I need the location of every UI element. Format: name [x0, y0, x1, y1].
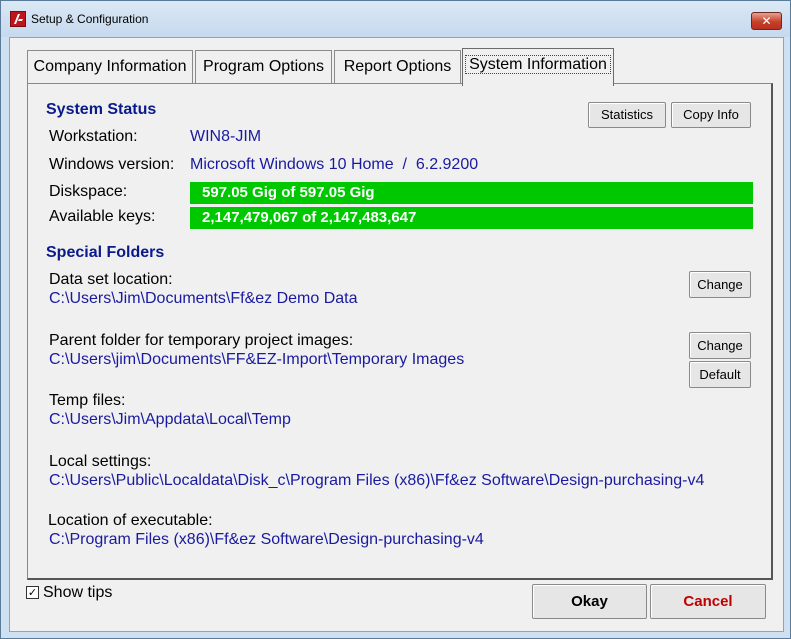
dialog-body: Company Information Program Options Repo…	[9, 37, 784, 632]
local-settings-label: Local settings:	[49, 453, 152, 470]
available-keys-label: Available keys:	[49, 208, 156, 225]
tab-label: System Information	[465, 55, 611, 74]
parent-folder-change-button[interactable]: Change	[689, 332, 751, 359]
data-set-change-button[interactable]: Change	[689, 271, 751, 298]
available-keys-bar: 2,147,479,067 of 2,147,483,647	[190, 207, 753, 229]
workstation-value: WIN8-JIM	[190, 128, 262, 145]
temp-files-label: Temp files:	[49, 392, 126, 409]
parent-folder-default-button[interactable]: Default	[689, 361, 751, 388]
system-information-panel: System Status Statistics Copy Info Works…	[27, 83, 773, 580]
executable-location-label: Location of executable:	[48, 512, 213, 529]
okay-button[interactable]: Okay	[532, 584, 647, 619]
close-icon: ✕	[761, 14, 772, 28]
copy-info-button[interactable]: Copy Info	[671, 102, 751, 128]
data-set-location-path: C:\Users\Jim\Documents\Ff&ez Demo Data	[49, 290, 358, 307]
app-logo-icon	[10, 11, 26, 27]
cancel-button[interactable]: Cancel	[650, 584, 766, 619]
tab-system-information[interactable]: System Information	[462, 48, 614, 86]
checkmark-icon: ✓	[27, 586, 38, 599]
window-title: Setup & Configuration	[31, 12, 149, 26]
special-folders-heading: Special Folders	[46, 244, 165, 261]
tab-company-information[interactable]: Company Information	[27, 50, 193, 84]
parent-folder-path: C:\Users\jim\Documents\FF&EZ-Import\Temp…	[49, 351, 465, 368]
tab-report-options[interactable]: Report Options	[334, 50, 461, 84]
tab-label: Company Information	[33, 58, 187, 75]
show-tips-checkbox[interactable]: ✓	[26, 586, 39, 599]
tab-label: Report Options	[343, 58, 452, 75]
temp-files-path: C:\Users\Jim\Appdata\Local\Temp	[49, 411, 291, 428]
system-status-heading: System Status	[46, 101, 157, 118]
local-settings-path: C:\Users\Public\Localdata\Disk_c\Program…	[49, 472, 705, 489]
windows-version-label: Windows version:	[49, 156, 175, 173]
title-bar[interactable]: Setup & Configuration ✕	[1, 1, 790, 37]
workstation-label: Workstation:	[49, 128, 138, 145]
diskspace-label: Diskspace:	[49, 183, 128, 200]
tab-program-options[interactable]: Program Options	[195, 50, 332, 84]
tab-label: Program Options	[203, 58, 324, 75]
close-button[interactable]: ✕	[751, 12, 782, 30]
statistics-button[interactable]: Statistics	[588, 102, 666, 128]
executable-location-path: C:\Program Files (x86)\Ff&ez Software\De…	[49, 531, 484, 548]
data-set-location-label: Data set location:	[49, 271, 173, 288]
windows-version-value: Microsoft Windows 10 Home / 6.2.9200	[190, 156, 479, 173]
parent-folder-label: Parent folder for temporary project imag…	[49, 332, 354, 349]
diskspace-bar: 597.05 Gig of 597.05 Gig	[190, 182, 753, 204]
show-tips-label[interactable]: Show tips	[43, 584, 112, 602]
setup-window: Setup & Configuration ✕ Company Informat…	[0, 0, 791, 639]
